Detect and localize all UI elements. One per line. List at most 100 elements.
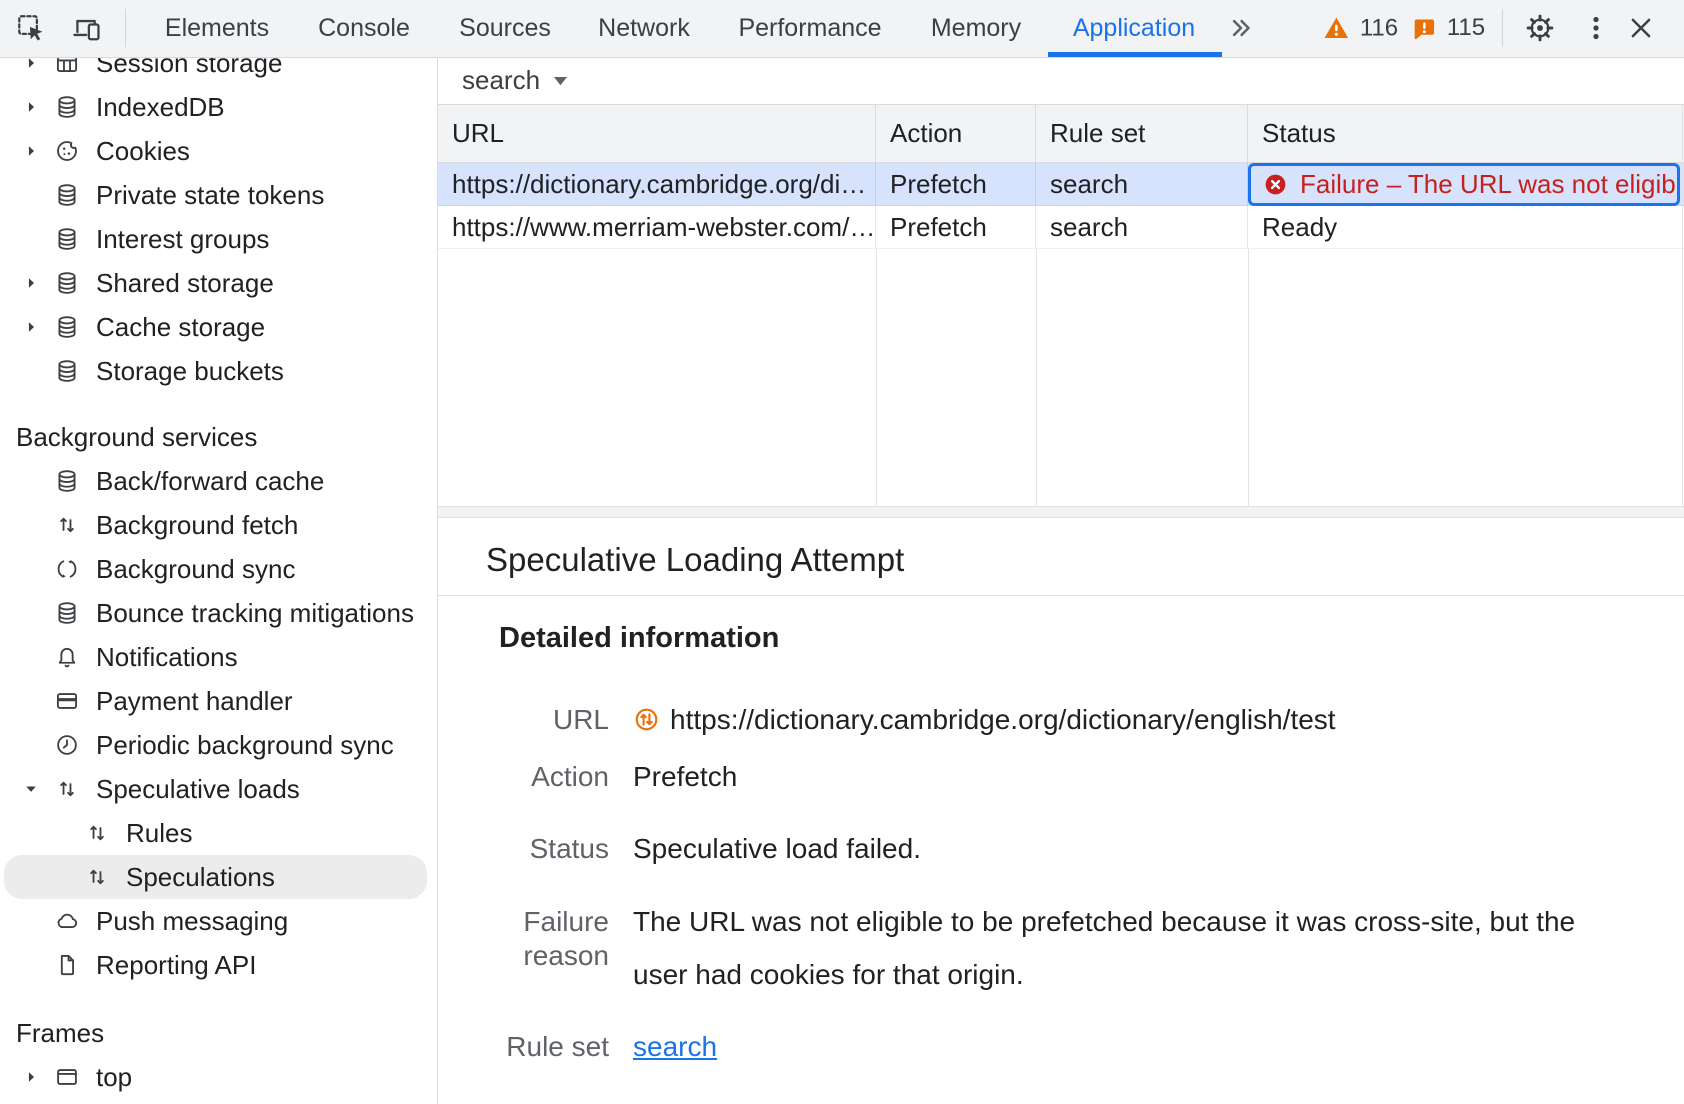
- issue-bubble-icon: [1411, 15, 1438, 42]
- cell-url[interactable]: https://dictionary.cambridge.org/di…: [438, 163, 876, 206]
- inspect-icon[interactable]: [14, 11, 48, 45]
- split-divider[interactable]: [438, 506, 1684, 518]
- column-divider: [1036, 249, 1037, 506]
- detail-row-failure-reason: Failure reason The URL was not eligible t…: [438, 895, 1625, 1001]
- detail-row-action: Action Prefetch: [438, 760, 737, 794]
- sidebar-item-label: Push messaging: [96, 906, 288, 937]
- tab-sources[interactable]: Sources: [459, 0, 551, 56]
- chevron-right-icon[interactable]: [18, 314, 44, 340]
- cell-ruleset[interactable]: search: [1036, 163, 1248, 206]
- devtools-toolbar: Elements Console Sources Network Performance…: [0, 0, 1684, 58]
- tab-network[interactable]: Network: [598, 0, 690, 56]
- sidebar-item-label: Cookies: [96, 136, 190, 167]
- chevron-down-icon[interactable]: [18, 776, 44, 802]
- sync-icon: [52, 554, 82, 584]
- detail-value: Prefetch: [633, 760, 737, 794]
- chevron-placeholder: [18, 688, 44, 714]
- detail-label: Failure reason: [438, 895, 609, 973]
- chevron-placeholder: [48, 864, 74, 890]
- sidebar-item-label: Session storage: [96, 57, 282, 79]
- ruleset-link[interactable]: search: [633, 1031, 717, 1062]
- sidebar-item-label: Background fetch: [96, 510, 298, 541]
- sidebar-item-background-sync[interactable]: Background sync: [0, 547, 437, 591]
- chevron-right-icon[interactable]: [18, 57, 44, 76]
- detail-value: Speculative load failed.: [633, 832, 921, 866]
- sidebar-item-cache-storage[interactable]: Cache storage: [0, 305, 437, 349]
- issue-count: 115: [1447, 14, 1485, 42]
- clock-icon: [52, 730, 82, 760]
- column-header-action: Action: [876, 105, 1036, 162]
- cell-action[interactable]: Prefetch: [876, 163, 1036, 206]
- issues-badge[interactable]: 115: [1411, 14, 1485, 42]
- chevron-right-icon[interactable]: [18, 270, 44, 296]
- cell-status[interactable]: Ready: [1248, 206, 1684, 249]
- failure-icon: [1262, 171, 1289, 198]
- caret-down-icon: [552, 74, 569, 87]
- detail-row-status: Status Speculative load failed.: [438, 832, 921, 866]
- sidebar-item-label: Background sync: [96, 554, 295, 585]
- sidebar-item-rules[interactable]: Rules: [0, 811, 437, 855]
- sidebar-item-label: Back/forward cache: [96, 466, 324, 497]
- devtools-window: Elements Console Sources Network Performance…: [0, 0, 1684, 1104]
- tab-application[interactable]: Application: [1073, 0, 1195, 56]
- table-header: URL Action Rule set Status: [438, 104, 1684, 163]
- detail-pane-title: Speculative Loading Attempt: [486, 541, 904, 579]
- chevron-placeholder: [18, 468, 44, 494]
- chevron-right-icon[interactable]: [18, 138, 44, 164]
- sidebar-item-speculations[interactable]: Speculations: [0, 855, 437, 899]
- database-icon: [52, 180, 82, 210]
- sidebar-item-label: Speculations: [126, 862, 275, 893]
- detail-label: Action: [438, 760, 609, 794]
- sidebar-item-cookies[interactable]: Cookies: [0, 129, 437, 173]
- cell-ruleset[interactable]: search: [1036, 206, 1248, 249]
- sidebar-item-storage-buckets[interactable]: Storage buckets: [0, 349, 437, 393]
- column-header-status: Status: [1248, 105, 1684, 162]
- tab-console[interactable]: Console: [318, 0, 410, 56]
- detail-value: The URL was not eligible to be prefetche…: [633, 895, 1625, 1001]
- sidebar-item-periodic-background-sync[interactable]: Periodic background sync: [0, 723, 437, 767]
- sidebar-item-shared-storage[interactable]: Shared storage: [0, 261, 437, 305]
- chevron-right-icon[interactable]: [18, 94, 44, 120]
- sidebar-item-top[interactable]: top: [0, 1055, 437, 1099]
- database-icon: [52, 268, 82, 298]
- sidebar-item-push-messaging[interactable]: Push messaging: [0, 899, 437, 943]
- detail-label: URL: [438, 703, 609, 737]
- gear-icon[interactable]: [1523, 11, 1557, 45]
- tab-elements[interactable]: Elements: [165, 0, 269, 56]
- sidebar-item-reporting-api[interactable]: Reporting API: [0, 943, 437, 987]
- warning-count: 116: [1360, 14, 1398, 42]
- table-row[interactable]: https://www.merriam-webster.com/…Prefetc…: [438, 206, 1684, 249]
- sidebar-item-session-storage[interactable]: Session storage: [0, 57, 437, 85]
- sidebar-item-background-fetch[interactable]: Background fetch: [0, 503, 437, 547]
- database-icon: [52, 224, 82, 254]
- cell-action[interactable]: Prefetch: [876, 206, 1036, 249]
- device-toolbar-icon[interactable]: [70, 11, 104, 45]
- status-cell-failure[interactable]: Failure – The URL was not eligible: [1248, 163, 1680, 206]
- detail-row-rule-set: Rule setsearch: [438, 1030, 717, 1064]
- sidebar-item-indexeddb[interactable]: IndexedDB: [0, 85, 437, 129]
- sidebar-item-notifications[interactable]: Notifications: [0, 635, 437, 679]
- ruleset-filter-dropdown[interactable]: search: [462, 57, 569, 104]
- sidebar-item-private-state-tokens[interactable]: Private state tokens: [0, 173, 437, 217]
- warnings-badge[interactable]: 116: [1322, 14, 1398, 43]
- sidebar-item-label: Periodic background sync: [96, 730, 394, 761]
- more-tabs-icon[interactable]: [1224, 11, 1258, 45]
- detail-label: Status: [438, 832, 609, 866]
- speculative-url-icon: [633, 706, 660, 733]
- sidebar-item-speculative-loads[interactable]: Speculative loads: [0, 767, 437, 811]
- sidebar-item-back-forward-cache[interactable]: Back/forward cache: [0, 459, 437, 503]
- sidebar-item-bounce-tracking-mitigations[interactable]: Bounce tracking mitigations: [0, 591, 437, 635]
- sidebar-item-payment-handler[interactable]: Payment handler: [0, 679, 437, 723]
- kebab-menu-icon[interactable]: [1579, 11, 1613, 45]
- chevron-placeholder: [18, 600, 44, 626]
- close-icon[interactable]: [1624, 11, 1658, 45]
- cell-url[interactable]: https://www.merriam-webster.com/…: [438, 206, 876, 249]
- sidebar-item-label: Payment handler: [96, 686, 293, 717]
- column-divider: [1248, 249, 1249, 506]
- chevron-right-icon[interactable]: [18, 1064, 44, 1090]
- detail-section-heading: Detailed information: [499, 622, 779, 655]
- tab-performance[interactable]: Performance: [738, 0, 881, 56]
- section-header-background-services: Background services: [0, 415, 437, 459]
- tab-memory[interactable]: Memory: [931, 0, 1021, 56]
- sidebar-item-interest-groups[interactable]: Interest groups: [0, 217, 437, 261]
